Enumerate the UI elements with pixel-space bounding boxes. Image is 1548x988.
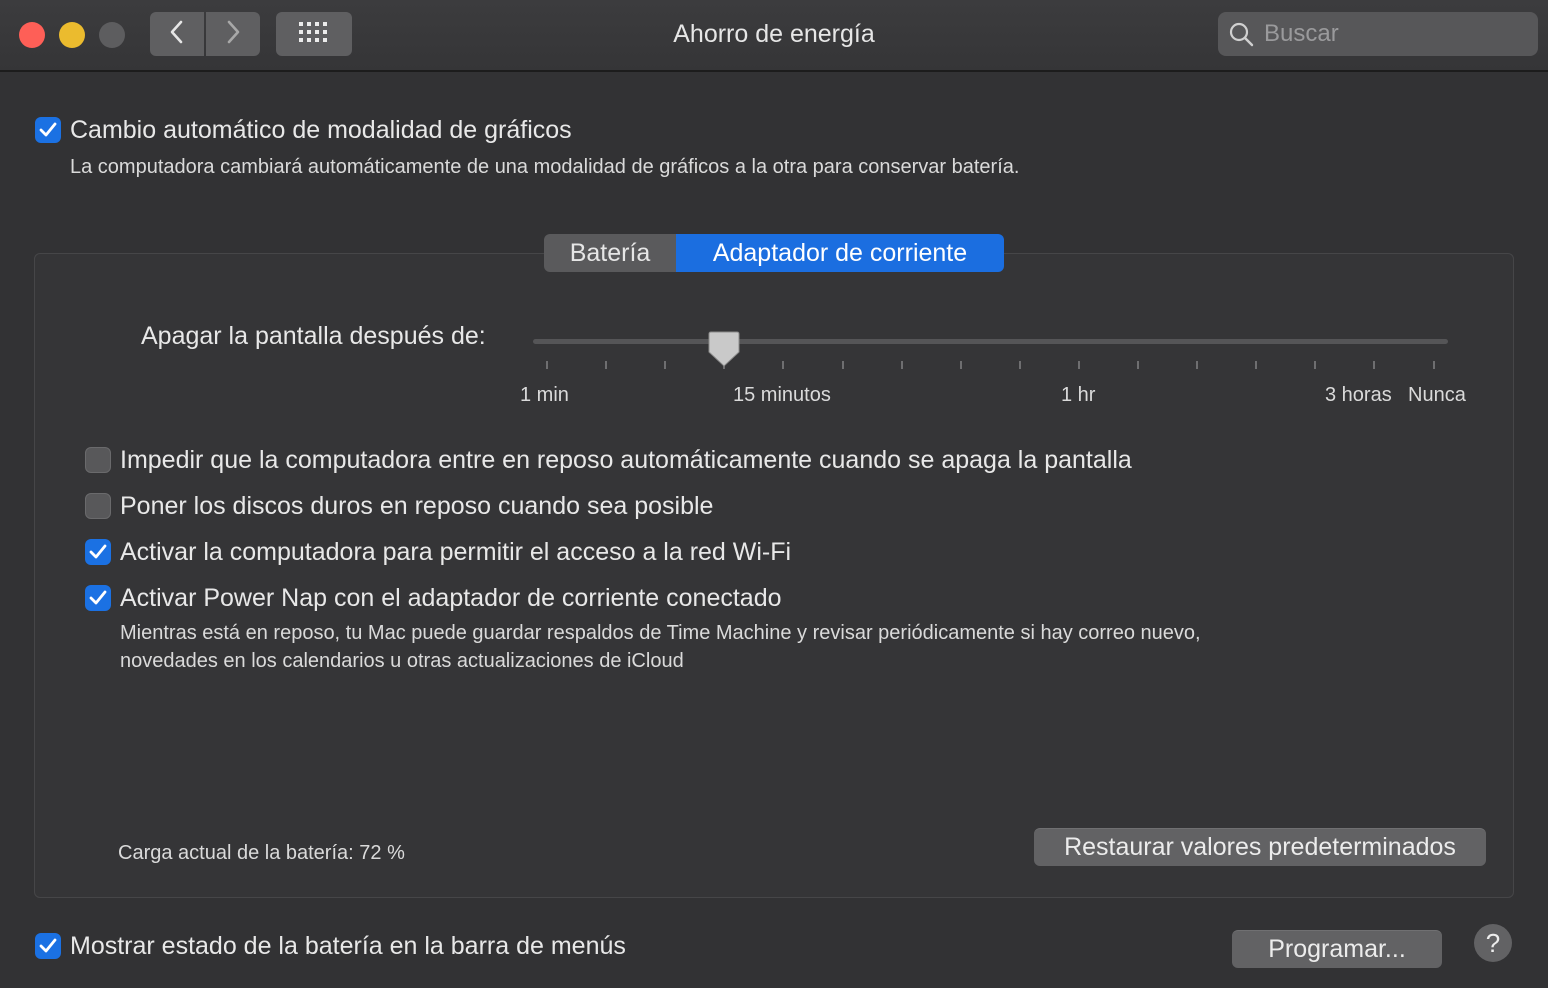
schedule-button[interactable]: Programar... <box>1232 930 1442 968</box>
slider-tick <box>1196 361 1198 369</box>
search-placeholder: Buscar <box>1264 20 1339 47</box>
display-sleep-slider-track[interactable] <box>533 339 1448 344</box>
tab-adaptador-de-corriente[interactable]: Adaptador de corriente <box>676 234 1004 272</box>
display-sleep-label: Apagar la pantalla después de: <box>141 322 486 350</box>
slider-tick <box>605 361 607 369</box>
tick-label-3-horas: 3 horas <box>1325 384 1392 406</box>
slider-tick <box>901 361 903 369</box>
slider-tick <box>1373 361 1375 369</box>
slider-tick <box>842 361 844 369</box>
menu-bar-status-checkbox[interactable] <box>35 933 61 959</box>
power-nap-description-line-1: Mientras está en reposo, tu Mac puede gu… <box>120 622 1201 644</box>
title-bar: Ahorro de energía Buscar <box>0 0 1548 72</box>
wake-for-wifi-checkbox[interactable] <box>85 539 111 565</box>
disk-sleep-label: Poner los discos duros en reposo cuando … <box>120 492 714 520</box>
tick-label-1-hr: 1 hr <box>1061 384 1096 406</box>
disk-sleep-checkbox[interactable] <box>85 493 111 519</box>
menu-bar-status-label: Mostrar estado de la batería en la barra… <box>70 932 626 960</box>
prevent-sleep-label: Impedir que la computadora entre en repo… <box>120 446 1132 474</box>
prevent-sleep-checkbox[interactable] <box>85 447 111 473</box>
slider-tick <box>782 361 784 369</box>
slider-tick <box>546 361 548 369</box>
graphics-switch-description: La computadora cambiará automáticamente … <box>70 156 1020 178</box>
help-button[interactable]: ? <box>1474 924 1512 962</box>
tick-label-nunca: Nunca <box>1408 384 1466 406</box>
power-nap-label: Activar Power Nap con el adaptador de co… <box>120 584 782 612</box>
tick-label-1-min: 1 min <box>520 384 569 406</box>
graphics-switch-checkbox[interactable] <box>35 117 61 143</box>
power-nap-description-line-2: novedades en los calendarios u otras act… <box>120 650 684 672</box>
power-nap-checkbox[interactable] <box>85 585 111 611</box>
slider-tick <box>1255 361 1257 369</box>
tick-label-15-minutos: 15 minutos <box>733 384 831 406</box>
battery-charge-text: Carga actual de la batería: 72 % <box>118 842 405 864</box>
wake-for-wifi-label: Activar la computadora para permitir el … <box>120 538 792 566</box>
slider-tick <box>1019 361 1021 369</box>
display-sleep-slider-knob[interactable] <box>707 330 741 373</box>
slider-tick <box>1314 361 1316 369</box>
restore-defaults-button[interactable]: Restaurar valores predeterminados <box>1034 828 1486 866</box>
tab-bateria[interactable]: Batería <box>544 234 676 272</box>
slider-tick <box>664 361 666 369</box>
search-field[interactable]: Buscar <box>1218 12 1538 56</box>
slider-tick <box>1137 361 1139 369</box>
slider-tick <box>1078 361 1080 369</box>
slider-tick <box>1433 361 1435 369</box>
graphics-switch-label: Cambio automático de modalidad de gráfic… <box>70 116 572 144</box>
slider-tick <box>960 361 962 369</box>
